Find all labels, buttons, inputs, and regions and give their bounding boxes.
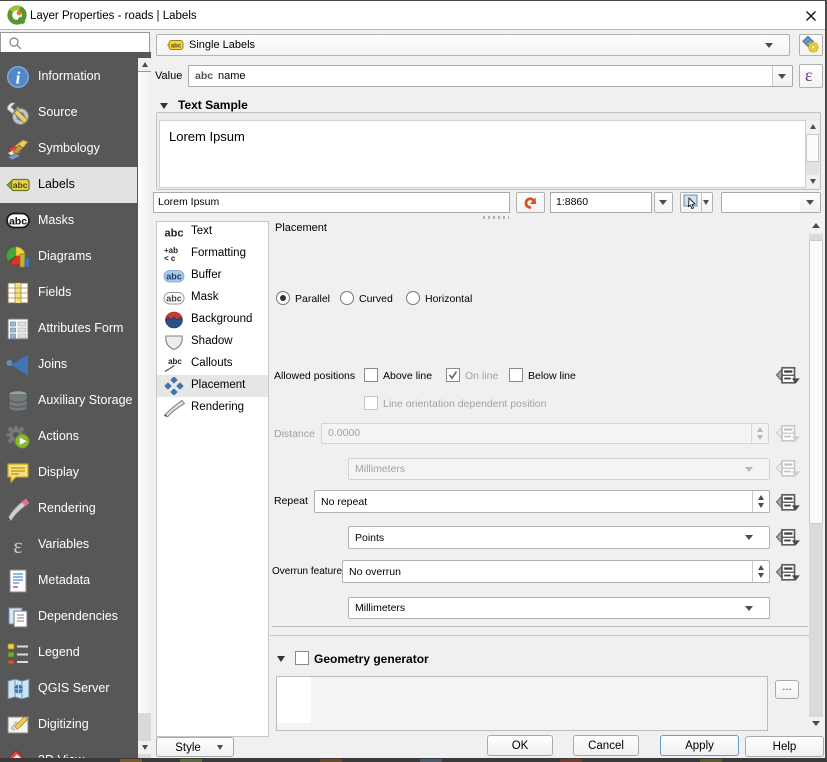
svg-text:abc: abc [166, 272, 182, 282]
svg-text:< c: < c [164, 254, 176, 263]
svg-text:abc: abc [165, 228, 184, 240]
svg-text:ε: ε [13, 533, 22, 557]
svg-text:abc: abc [13, 180, 28, 190]
svg-text:abc: abc [9, 216, 27, 228]
svg-text:i: i [16, 69, 21, 88]
svg-text:abc: abc [166, 294, 182, 304]
svg-text:abc: abc [171, 44, 182, 50]
svg-text:abc: abc [168, 357, 182, 366]
